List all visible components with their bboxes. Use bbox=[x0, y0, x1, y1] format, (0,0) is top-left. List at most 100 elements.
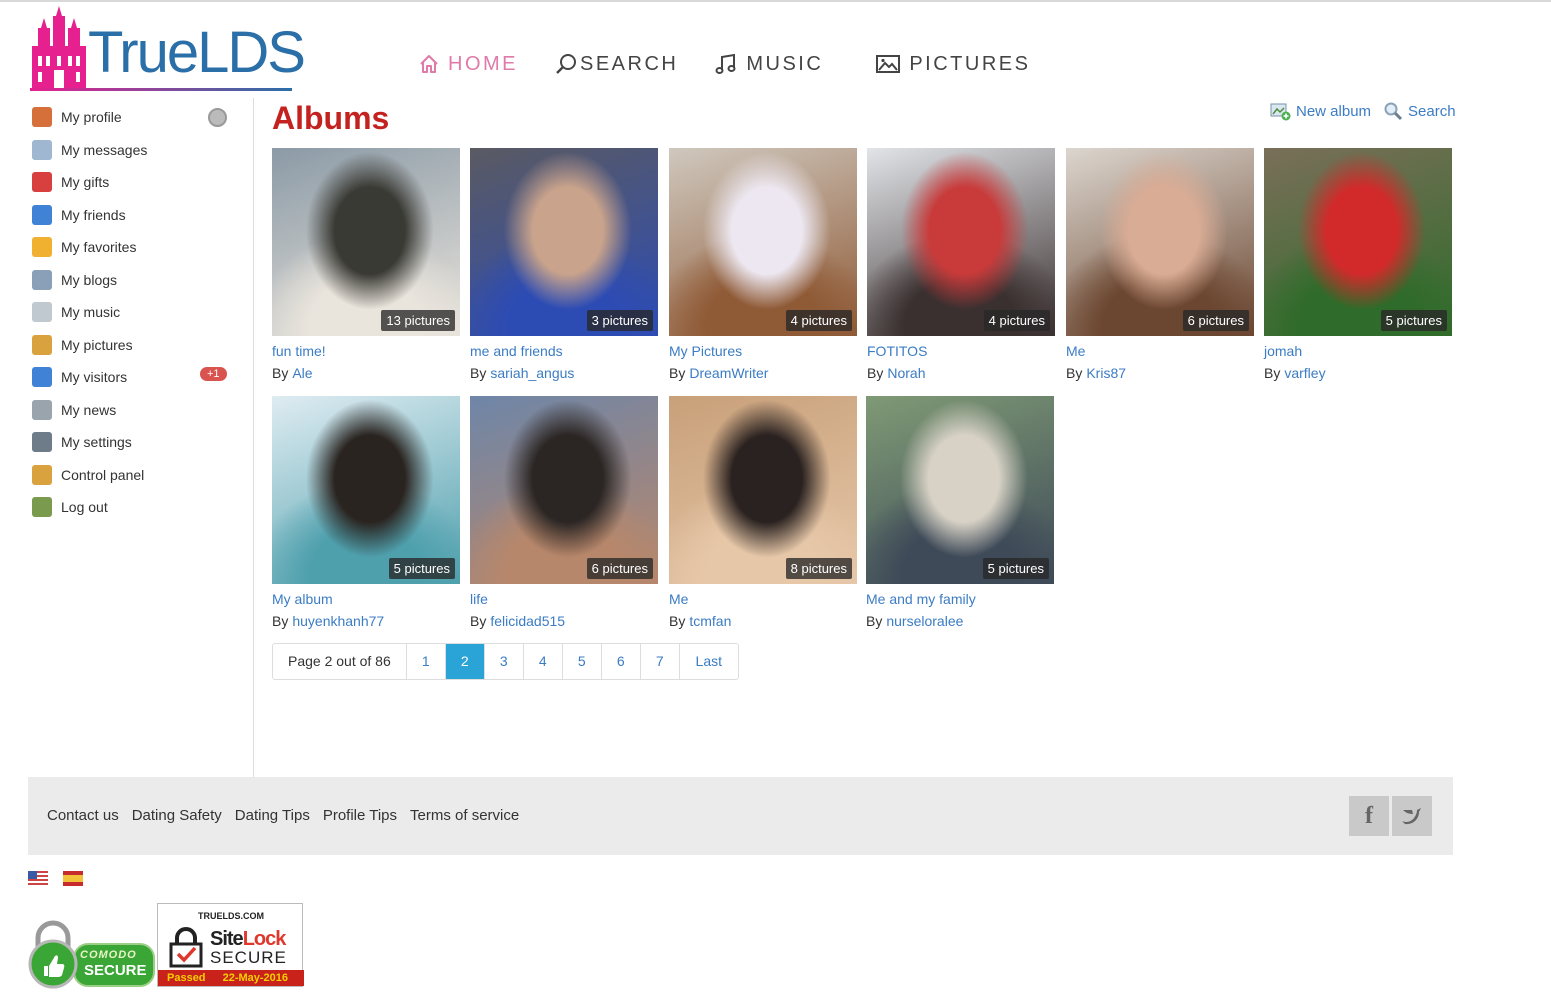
people-icon bbox=[32, 205, 52, 225]
new-album-link[interactable]: New album bbox=[1270, 101, 1371, 121]
by-prefix: By bbox=[272, 365, 289, 381]
sidebar-item-my-gifts[interactable]: My gifts bbox=[32, 172, 109, 192]
page-link[interactable]: 4 bbox=[524, 644, 563, 679]
sidebar-item-my-friends[interactable]: My friends bbox=[32, 205, 126, 225]
sidebar-item-log-out[interactable]: Log out bbox=[32, 497, 108, 517]
author-link[interactable]: varfley bbox=[1284, 365, 1325, 381]
author-link[interactable]: huyenkhanh77 bbox=[292, 613, 384, 629]
search-albums-link[interactable]: Search bbox=[1383, 101, 1456, 121]
footer-link-terms[interactable]: Terms of service bbox=[410, 807, 519, 824]
author-link[interactable]: Norah bbox=[887, 365, 925, 381]
album-card: 5 pictures jomah By varfley bbox=[1264, 148, 1452, 381]
album-thumbnail[interactable]: 13 pictures bbox=[272, 148, 460, 336]
author-link[interactable]: DreamWriter bbox=[689, 365, 768, 381]
gift-icon bbox=[32, 172, 52, 192]
page-links: 1234567 bbox=[407, 644, 680, 679]
pagination: Page 2 out of 86 1234567 Last bbox=[272, 643, 739, 680]
album-title-link[interactable]: life bbox=[470, 591, 658, 607]
sidebar-item-label: My favorites bbox=[61, 239, 137, 255]
nav-search[interactable]: SEARCH bbox=[554, 52, 678, 76]
album-title-link[interactable]: Me bbox=[669, 591, 857, 607]
logo-underline bbox=[30, 88, 292, 91]
author-link[interactable]: tcmfan bbox=[689, 613, 731, 629]
nav-music[interactable]: MUSIC bbox=[714, 52, 823, 76]
english-flag[interactable] bbox=[28, 871, 48, 886]
album-thumbnail[interactable]: 5 pictures bbox=[1264, 148, 1452, 336]
author-link[interactable]: nurseloralee bbox=[886, 613, 963, 629]
album-title-link[interactable]: FOTITOS bbox=[867, 343, 1055, 359]
sidebar-item-my-messages[interactable]: My messages bbox=[32, 140, 147, 160]
new-album-icon bbox=[1270, 103, 1291, 121]
album-card: 6 pictures Me By Kris87 bbox=[1066, 148, 1254, 381]
by-prefix: By bbox=[272, 613, 289, 629]
sidebar-item-my-settings[interactable]: My settings bbox=[32, 432, 132, 452]
nav-home[interactable]: HOME bbox=[418, 53, 518, 76]
album-author: By sariah_angus bbox=[470, 365, 658, 381]
sidebar-item-my-favorites[interactable]: My favorites bbox=[32, 237, 136, 257]
album-thumbnail[interactable]: 4 pictures bbox=[867, 148, 1055, 336]
sidebar-item-my-profile[interactable]: My profile bbox=[32, 107, 122, 127]
by-prefix: By bbox=[866, 613, 883, 629]
picture-count: 5 pictures bbox=[982, 558, 1049, 579]
truelds-logo[interactable]: TrueLDS bbox=[30, 6, 306, 92]
footer-link-profile-tips[interactable]: Profile Tips bbox=[323, 807, 397, 824]
footer-link-dating-safety[interactable]: Dating Safety bbox=[132, 807, 222, 824]
album-title-link[interactable]: My album bbox=[272, 591, 460, 607]
sidebar-item-label: My friends bbox=[61, 207, 126, 223]
album-thumbnail[interactable]: 3 pictures bbox=[470, 148, 658, 336]
spanish-flag[interactable] bbox=[63, 871, 83, 886]
author-link[interactable]: felicidad515 bbox=[490, 613, 565, 629]
footer-link-dating-tips[interactable]: Dating Tips bbox=[235, 807, 310, 824]
author-link[interactable]: sariah_angus bbox=[490, 365, 574, 381]
album-title-link[interactable]: me and friends bbox=[470, 343, 658, 359]
album-author: By tcmfan bbox=[669, 613, 857, 629]
nav-music-label: MUSIC bbox=[746, 52, 824, 75]
sidebar-item-label: My blogs bbox=[61, 272, 118, 288]
page-last[interactable]: Last bbox=[680, 644, 738, 679]
sidebar-item-my-music[interactable]: My music bbox=[32, 302, 120, 322]
nav-home-label: HOME bbox=[448, 52, 518, 75]
sidebar-item-my-visitors[interactable]: My visitors bbox=[32, 367, 127, 387]
album-title-link[interactable]: jomah bbox=[1264, 343, 1452, 359]
page-link[interactable]: 7 bbox=[641, 644, 680, 679]
sitelock-secure-badge[interactable]: TRUELDS.COM SiteLock SECURE Passed 22-Ma… bbox=[157, 903, 304, 987]
album-thumbnail[interactable]: 8 pictures bbox=[669, 396, 857, 584]
album-thumbnail[interactable]: 6 pictures bbox=[470, 396, 658, 584]
sidebar-item-my-blogs[interactable]: My blogs bbox=[32, 270, 117, 290]
facebook-button[interactable]: f bbox=[1349, 796, 1389, 836]
author-link[interactable]: Ale bbox=[292, 365, 312, 381]
author-link[interactable]: Kris87 bbox=[1086, 365, 1126, 381]
main-nav: HOME SEARCH MUSIC PICTURES bbox=[418, 52, 1066, 76]
sidebar-item-my-news[interactable]: My news bbox=[32, 400, 116, 420]
sidebar-item-my-pictures[interactable]: My pictures bbox=[32, 335, 133, 355]
page-link[interactable]: 3 bbox=[485, 644, 524, 679]
picture-count: 5 pictures bbox=[388, 558, 455, 579]
sidebar-item-control-panel[interactable]: Control panel bbox=[32, 465, 144, 485]
page-link[interactable]: 2 bbox=[445, 644, 485, 679]
house-icon bbox=[32, 107, 52, 127]
picture-count: 13 pictures bbox=[381, 310, 455, 331]
sitelock-name-site: Site bbox=[210, 928, 244, 950]
nav-pictures[interactable]: PICTURES bbox=[875, 53, 1030, 76]
nav-search-label: SEARCH bbox=[580, 52, 679, 75]
album-thumbnail[interactable]: 5 pictures bbox=[866, 396, 1054, 584]
twitter-button[interactable] bbox=[1392, 796, 1432, 836]
album-title-link[interactable]: Me and my family bbox=[866, 591, 1054, 607]
page-link[interactable]: 5 bbox=[563, 644, 602, 679]
album-thumbnail[interactable]: 4 pictures bbox=[669, 148, 857, 336]
album-thumbnail[interactable]: 5 pictures bbox=[272, 396, 460, 584]
status-globe-icon[interactable] bbox=[208, 108, 227, 127]
album-title-link[interactable]: fun time! bbox=[272, 343, 460, 359]
nav-pictures-label: PICTURES bbox=[909, 52, 1031, 75]
album-thumbnail[interactable]: 6 pictures bbox=[1066, 148, 1254, 336]
footer-link-contact[interactable]: Contact us bbox=[47, 807, 119, 824]
search-icon bbox=[556, 54, 576, 74]
page-link[interactable]: 6 bbox=[602, 644, 641, 679]
comodo-secure-badge[interactable]: COMODO SECURE bbox=[28, 918, 156, 990]
album-title-link[interactable]: My Pictures bbox=[669, 343, 857, 359]
picture-count: 6 pictures bbox=[586, 558, 653, 579]
page-link[interactable]: 1 bbox=[407, 644, 446, 679]
album-author: By huyenkhanh77 bbox=[272, 613, 460, 629]
sidebar-item-label: My profile bbox=[61, 109, 122, 125]
album-title-link[interactable]: Me bbox=[1066, 343, 1254, 359]
